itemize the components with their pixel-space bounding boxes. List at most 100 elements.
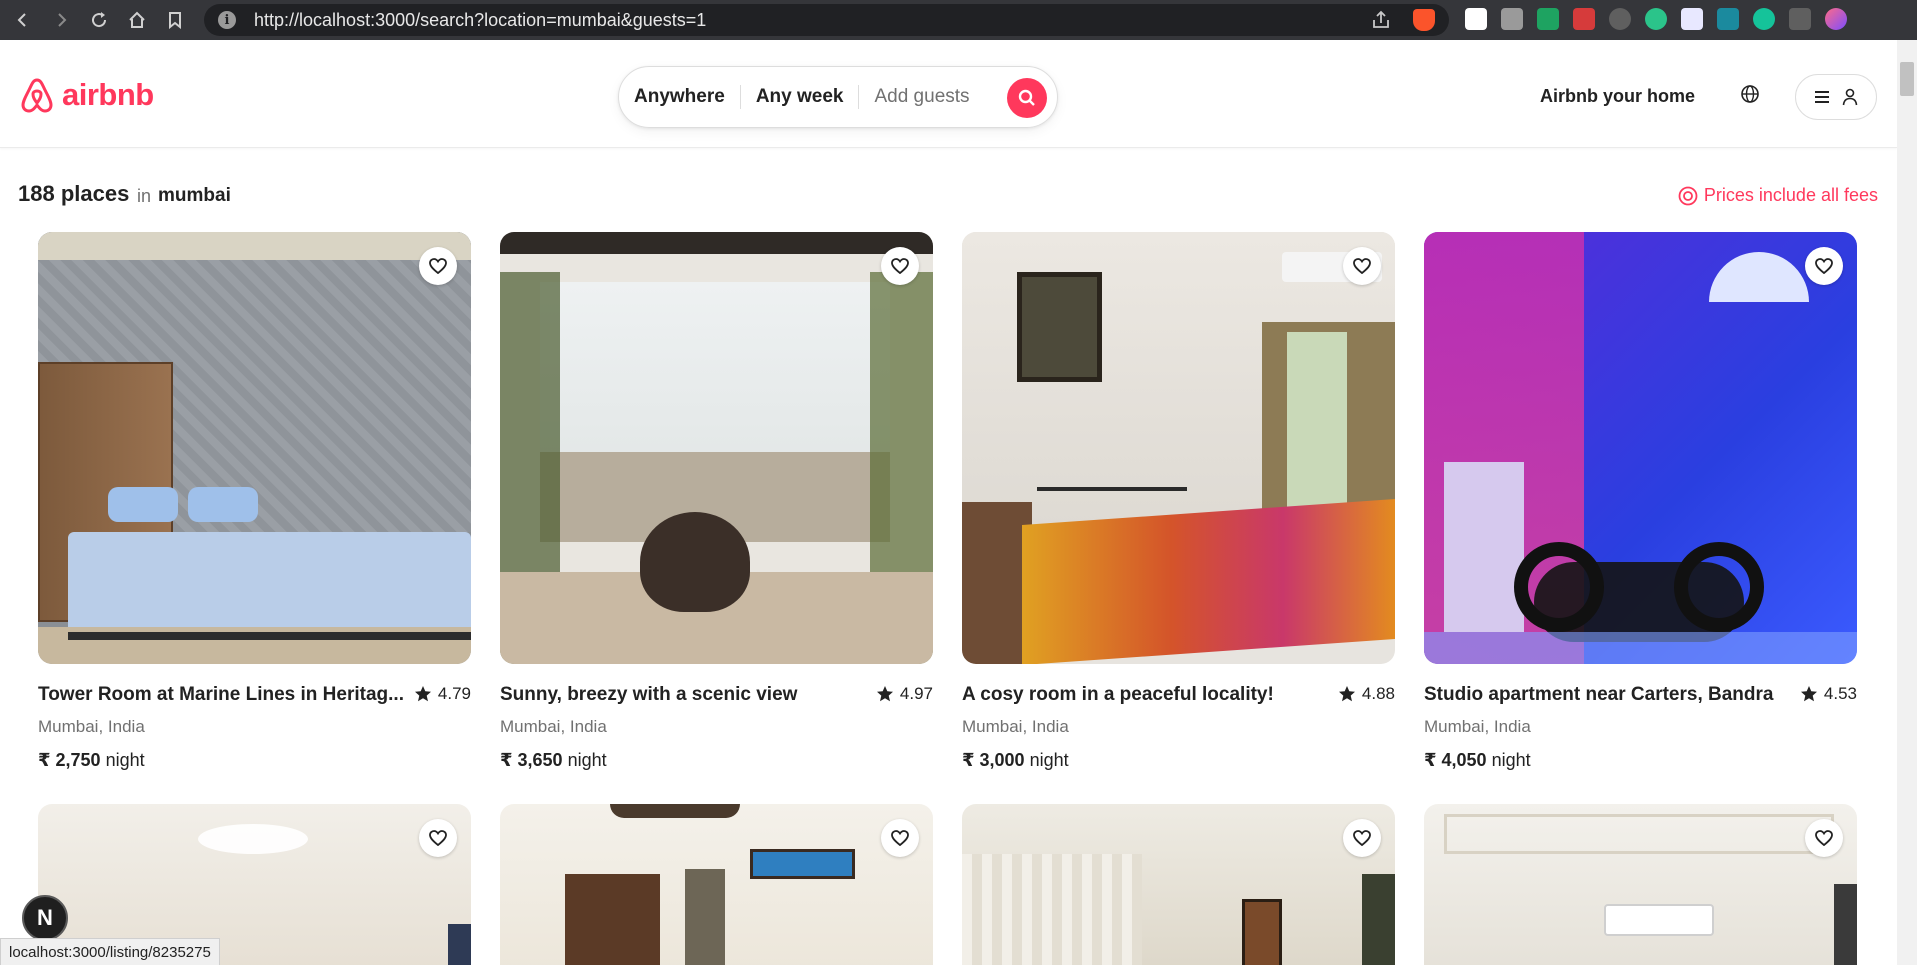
search-bar[interactable]: Anywhere Any week Add guests xyxy=(618,66,1058,128)
listing-price: ₹ 2,750 night xyxy=(38,750,145,771)
airbnb-logo-icon xyxy=(21,78,53,113)
listing-card[interactable] xyxy=(1424,804,1857,965)
favorite-button[interactable] xyxy=(1343,247,1381,285)
airbnb-logo[interactable]: airbnb xyxy=(20,77,154,113)
extension-image-icon[interactable] xyxy=(1681,8,1703,30)
fees-label: Prices include all fees xyxy=(1703,185,1878,205)
grammarly-icon[interactable] xyxy=(1753,8,1775,30)
price-unit: night xyxy=(567,750,607,770)
globe-icon[interactable] xyxy=(1740,84,1760,109)
favorite-button[interactable] xyxy=(881,819,919,857)
listing-price: ₹ 4,050 night xyxy=(1424,750,1531,771)
address-bar[interactable]: i http://localhost:3000/search?location=… xyxy=(204,4,1449,36)
listing-card[interactable]: Tower Room at Marine Lines in Heritag...… xyxy=(38,232,471,770)
star-icon xyxy=(414,686,431,702)
price-amount: ₹ 3,000 xyxy=(962,750,1025,770)
price-unit: night xyxy=(105,750,145,770)
search-anywhere[interactable]: Anywhere xyxy=(619,86,740,108)
share-icon[interactable] xyxy=(1371,10,1391,35)
listing-photo[interactable] xyxy=(500,232,933,664)
star-icon xyxy=(876,686,893,702)
user-icon xyxy=(1842,88,1858,106)
brave-shield-icon[interactable] xyxy=(1413,9,1435,31)
results-in-label: in xyxy=(137,186,152,206)
power-icon[interactable] xyxy=(1609,8,1631,30)
listing-photo[interactable] xyxy=(962,804,1395,965)
listing-rating: 4.88 xyxy=(1338,684,1395,704)
search-button[interactable] xyxy=(1007,78,1047,118)
star-icon xyxy=(1800,686,1817,702)
next-devtools-avatar[interactable]: N xyxy=(22,895,68,941)
notion-icon[interactable] xyxy=(1465,8,1487,30)
heart-icon xyxy=(891,258,909,274)
extension-green-icon[interactable] xyxy=(1645,8,1667,30)
site-info-icon[interactable]: i xyxy=(218,11,236,29)
listing-card[interactable] xyxy=(500,804,933,965)
email-icon[interactable] xyxy=(1537,8,1559,30)
price-unit: night xyxy=(1029,750,1069,770)
listing-card[interactable]: A cosy room in a peaceful locality! 4.88… xyxy=(962,232,1395,770)
search-add-guests[interactable]: Add guests xyxy=(859,86,984,108)
listing-title: Tower Room at Marine Lines in Heritag... xyxy=(38,684,404,705)
heart-icon xyxy=(429,830,447,846)
listing-photo[interactable] xyxy=(38,232,471,664)
listing-rating: 4.79 xyxy=(414,684,471,704)
favorite-button[interactable] xyxy=(1805,819,1843,857)
heart-icon xyxy=(891,830,909,846)
search-icon xyxy=(1018,89,1035,106)
results-location: mumbai xyxy=(158,185,231,206)
price-amount: ₹ 4,050 xyxy=(1424,750,1487,770)
listing-card[interactable]: Studio apartment near Carters, Bandra 4.… xyxy=(1424,232,1857,770)
logo-text: airbnb xyxy=(62,77,154,112)
listing-rating: 4.97 xyxy=(876,684,933,704)
heart-icon xyxy=(1353,830,1371,846)
user-menu-button[interactable] xyxy=(1795,74,1877,120)
heart-icon xyxy=(1815,258,1833,274)
home-icon[interactable] xyxy=(122,5,152,35)
puzzle-icon[interactable] xyxy=(1789,8,1811,30)
extension-red-icon[interactable] xyxy=(1573,8,1595,30)
listing-photo[interactable] xyxy=(500,804,933,965)
bookmark-icon[interactable] xyxy=(160,5,190,35)
scrollbar-thumb[interactable] xyxy=(1900,62,1914,96)
camera-icon[interactable] xyxy=(1501,8,1523,30)
host-link[interactable]: Airbnb your home xyxy=(1540,86,1695,107)
star-icon xyxy=(1338,686,1355,702)
listing-location: Mumbai, India xyxy=(38,717,145,736)
forward-icon[interactable] xyxy=(46,5,76,35)
browser-toolbar: i http://localhost:3000/search?location=… xyxy=(0,0,1917,40)
url-text: http://localhost:3000/search?location=mu… xyxy=(254,9,707,30)
heart-icon xyxy=(429,258,447,274)
listing-photo[interactable] xyxy=(1424,804,1857,965)
extension-teal-icon[interactable] xyxy=(1717,8,1739,30)
listing-location: Mumbai, India xyxy=(1424,717,1531,736)
favorite-button[interactable] xyxy=(419,247,457,285)
price-amount: ₹ 2,750 xyxy=(38,750,101,770)
favorite-button[interactable] xyxy=(881,247,919,285)
menu-icon xyxy=(1815,91,1829,103)
listing-photo[interactable] xyxy=(1424,232,1857,664)
listing-photo[interactable] xyxy=(962,232,1395,664)
listing-title: Studio apartment near Carters, Bandra xyxy=(1424,684,1774,705)
favorite-button[interactable] xyxy=(1343,819,1381,857)
rating-value: 4.53 xyxy=(1823,684,1857,703)
listing-price: ₹ 3,650 night xyxy=(500,750,607,771)
listing-title: Sunny, breezy with a scenic view xyxy=(500,684,798,705)
listing-location: Mumbai, India xyxy=(500,717,607,736)
listing-card[interactable] xyxy=(962,804,1395,965)
back-icon[interactable] xyxy=(8,5,38,35)
page-scrollbar[interactable] xyxy=(1897,40,1917,965)
rating-value: 4.97 xyxy=(899,684,933,703)
heart-icon xyxy=(1815,830,1833,846)
reload-icon[interactable] xyxy=(84,5,114,35)
fees-icon xyxy=(1678,186,1698,205)
search-any-week[interactable]: Any week xyxy=(741,86,859,108)
favorite-button[interactable] xyxy=(1805,247,1843,285)
profile-icon[interactable] xyxy=(1825,8,1847,30)
fees-toggle[interactable]: Prices include all fees xyxy=(1678,185,1878,206)
site-header: airbnb Anywhere Any week Add guests Airb… xyxy=(0,40,1897,148)
favorite-button[interactable] xyxy=(419,819,457,857)
listing-card[interactable]: Sunny, breezy with a scenic view 4.97 Mu… xyxy=(500,232,933,770)
listing-location: Mumbai, India xyxy=(962,717,1069,736)
rating-value: 4.88 xyxy=(1361,684,1395,703)
